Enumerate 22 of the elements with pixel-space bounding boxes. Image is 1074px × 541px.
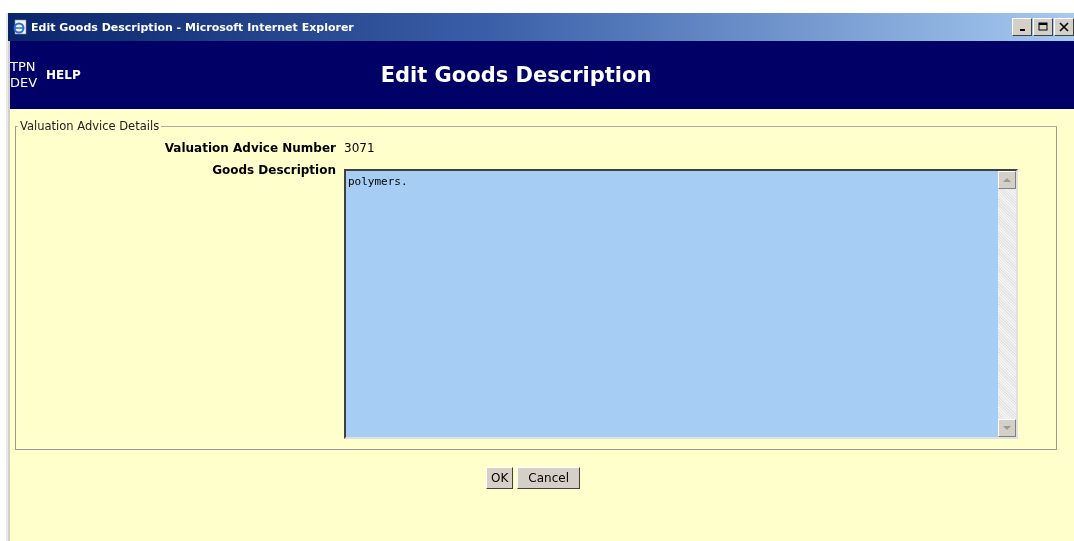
field-value: 3071 — [344, 140, 375, 155]
page-title: Edit Goods Description — [380, 63, 652, 87]
group-legend: Valuation Advice Details — [18, 119, 162, 133]
field-label: Goods Description — [211, 162, 337, 177]
close-icon — [1059, 22, 1069, 32]
dialog-button[interactable]: OK — [486, 467, 514, 489]
scrollbar[interactable] — [998, 171, 1016, 437]
browser-icon — [12, 19, 28, 35]
down-arrow-icon — [1003, 426, 1011, 430]
help-link[interactable]: HELP — [46, 68, 81, 82]
minimize-icon — [1019, 29, 1025, 31]
maximize-button[interactable] — [1033, 18, 1053, 36]
maximize-icon — [1038, 22, 1048, 32]
scroll-up-button[interactable] — [998, 171, 1016, 189]
minimize-button[interactable] — [1012, 18, 1032, 36]
field-label: Valuation Advice Number — [163, 140, 337, 155]
dialog-button[interactable]: Cancel — [517, 467, 580, 489]
scroll-down-button[interactable] — [998, 419, 1016, 437]
close-button[interactable] — [1054, 18, 1074, 36]
window-title: Edit Goods Description - Microsoft Internet Explorer — [31, 20, 354, 34]
goods-description-field[interactable]: polymers. — [344, 169, 1018, 439]
up-arrow-icon — [1003, 178, 1011, 182]
